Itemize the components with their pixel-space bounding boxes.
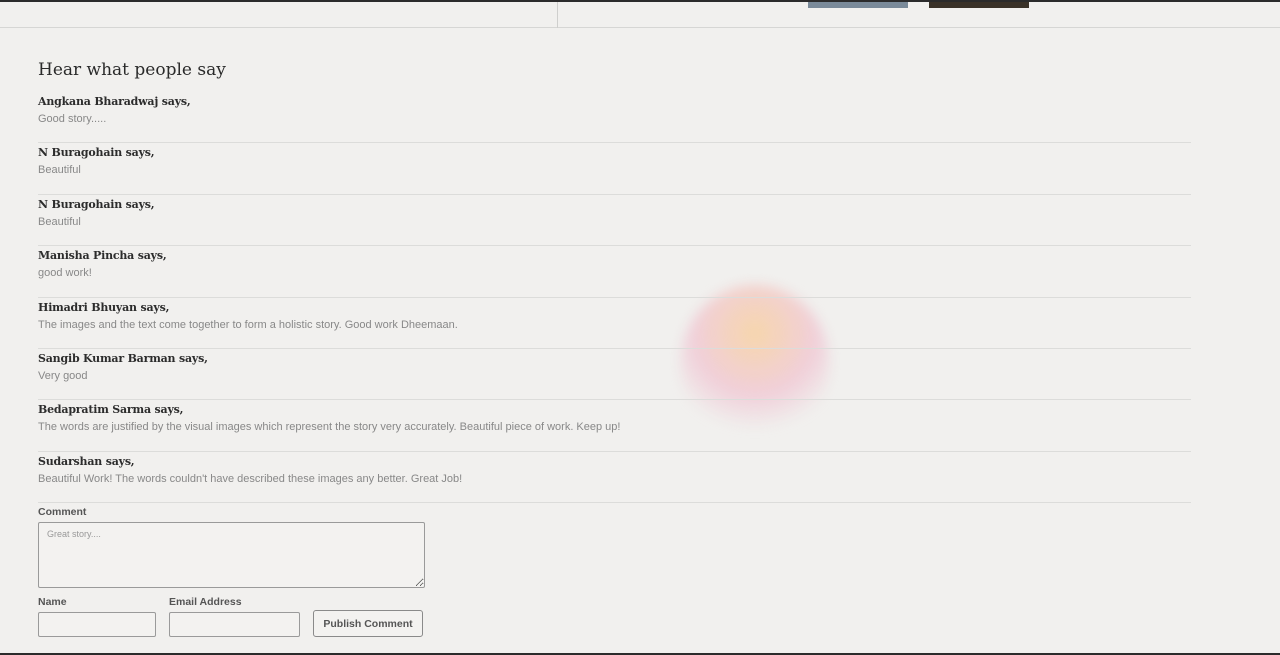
comment-author: Manisha Pincha says,: [38, 249, 167, 263]
comment-author: Angkana Bharadwaj says,: [38, 95, 191, 108]
list-item: N Buragohain says, Beautiful: [38, 143, 1191, 195]
list-item: Bedapratim Sarma says, The words are jus…: [38, 400, 1191, 452]
comment-text: Good story.....: [38, 113, 107, 125]
comment-text: Beautiful: [38, 164, 81, 177]
comment-author: Sudarshan says,: [38, 454, 135, 468]
comment-text: Beautiful: [38, 215, 81, 228]
comment-author: Himadri Bhuyan says,: [38, 300, 170, 314]
list-item: Sudarshan says, Beautiful Work! The word…: [38, 452, 1191, 504]
list-item: Himadri Bhuyan says, The images and the …: [38, 298, 1191, 349]
list-item: Angkana Bharadwaj says, Good story.....: [38, 92, 1191, 144]
list-item: N Buragohain says, Beautiful: [38, 195, 1191, 247]
column-divider: [557, 2, 558, 28]
email-label: Email Address: [169, 596, 242, 608]
name-label: Name: [38, 596, 67, 608]
comment-author: Sangib Kumar Barman says,: [38, 351, 208, 365]
section-title: Hear what people say: [38, 60, 226, 80]
email-input[interactable]: [169, 612, 300, 637]
comment-author: N Buragohain says,: [38, 146, 155, 160]
comment-textarea[interactable]: [38, 522, 425, 588]
publish-comment-button[interactable]: Publish Comment: [313, 610, 423, 637]
list-item: Manisha Pincha says, good work!: [38, 246, 1191, 298]
comment-author: Bedapratim Sarma says,: [38, 403, 184, 417]
comment-text: Very good: [38, 369, 88, 382]
thumbnail-image[interactable]: [929, 2, 1029, 8]
name-input[interactable]: [38, 612, 156, 637]
comment-label: Comment: [38, 506, 87, 518]
thumbnail-image[interactable]: [808, 2, 908, 8]
top-strip: [0, 0, 1280, 28]
comment-text: good work!: [38, 267, 92, 280]
comment-text: The images and the text come together to…: [38, 318, 458, 331]
comment-text: Beautiful Work! The words couldn't have …: [38, 472, 463, 485]
comment-author: N Buragohain says,: [38, 197, 155, 211]
list-item: Sangib Kumar Barman says, Very good: [38, 349, 1191, 401]
comment-text: The words are justified by the visual im…: [38, 421, 621, 434]
comment-list: Angkana Bharadwaj says, Good story..... …: [38, 92, 1191, 504]
